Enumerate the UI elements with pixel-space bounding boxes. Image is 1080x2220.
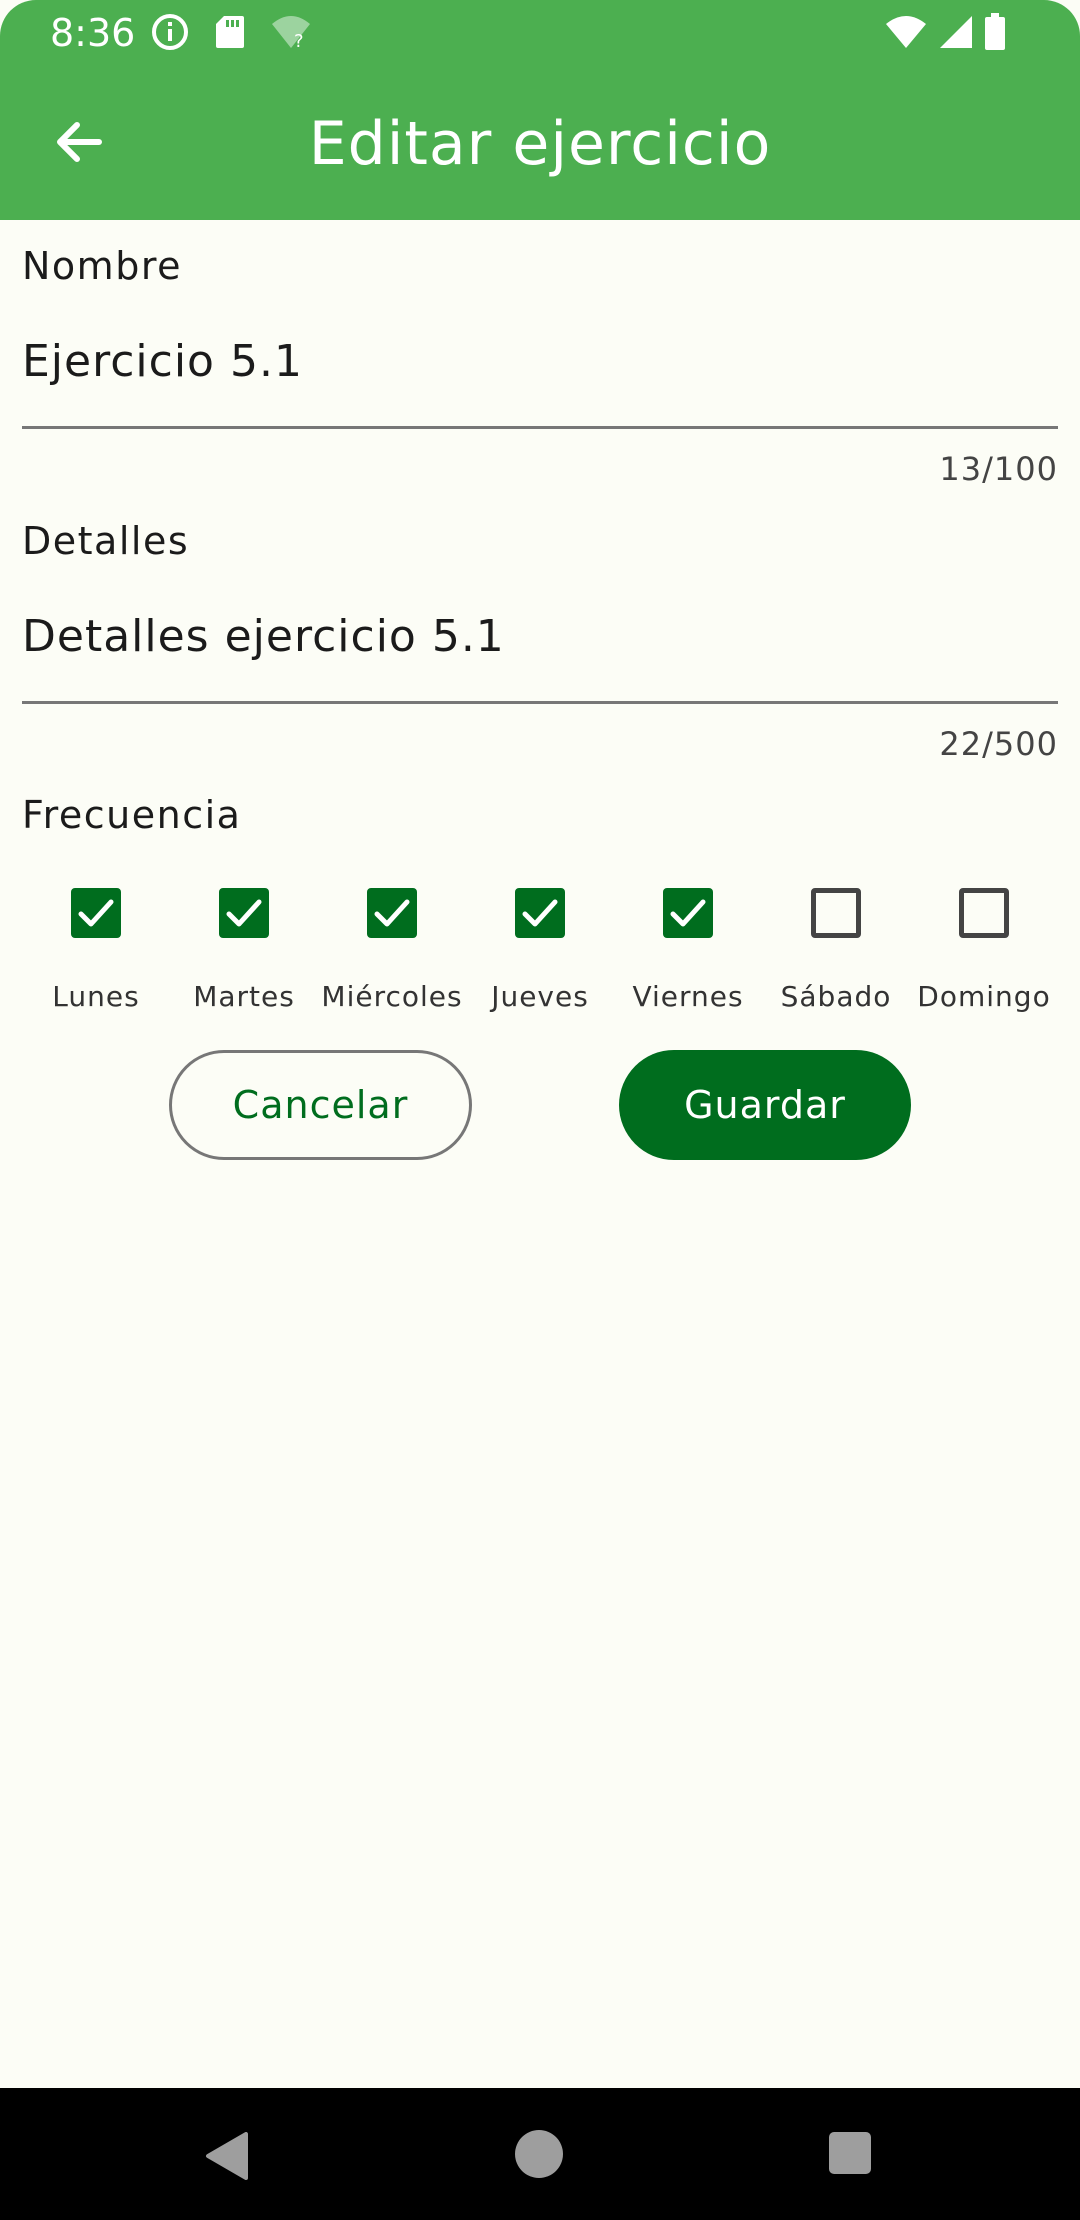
nav-home-icon[interactable] — [515, 2130, 563, 2178]
day-label: Jueves — [491, 980, 589, 1013]
day-martes[interactable]: Martes — [170, 880, 318, 1030]
status-time: 8:36 — [50, 11, 136, 55]
day-domingo[interactable]: Domingo — [910, 880, 1058, 1030]
day-miercoles[interactable]: Miércoles — [318, 880, 466, 1030]
wifi-unknown-icon: ? — [270, 14, 312, 54]
wifi-icon — [884, 14, 928, 54]
day-label: Miércoles — [321, 980, 463, 1013]
check-icon — [219, 899, 269, 942]
day-jueves[interactable]: Jueves — [466, 880, 614, 1030]
save-button[interactable]: Guardar — [619, 1050, 911, 1160]
check-icon — [367, 899, 417, 942]
name-label: Nombre — [22, 244, 182, 288]
details-input-underline — [22, 701, 1058, 704]
nav-recents-icon[interactable] — [829, 2132, 871, 2174]
nav-back-icon[interactable] — [204, 2132, 250, 2184]
day-label: Sábado — [780, 980, 892, 1013]
day-label: Lunes — [52, 980, 140, 1013]
details-counter: 22/500 — [939, 725, 1058, 763]
day-checkbox[interactable] — [71, 888, 121, 938]
status-right-icons — [884, 13, 1006, 55]
check-icon — [663, 899, 713, 942]
day-checkbox[interactable] — [219, 888, 269, 938]
svg-text:?: ? — [294, 31, 304, 50]
day-checkbox[interactable] — [367, 888, 417, 938]
day-label: Martes — [193, 980, 295, 1013]
frequency-label: Frecuencia — [22, 793, 242, 837]
status-bar: 8:36 ? — [0, 0, 1080, 66]
details-label: Detalles — [22, 519, 190, 563]
sd-card-icon — [214, 14, 246, 54]
check-icon — [515, 899, 565, 942]
signal-icon — [938, 14, 974, 54]
screen: 8:36 ? Editar ejercicio Nombre Ejercicio… — [0, 0, 1080, 2220]
day-checkbox[interactable] — [515, 888, 565, 938]
check-icon — [71, 899, 121, 942]
day-viernes[interactable]: Viernes — [614, 880, 762, 1030]
status-left-icons: ? — [150, 14, 312, 54]
app-bar: Editar ejercicio — [0, 66, 1080, 220]
day-lunes[interactable]: Lunes — [22, 880, 170, 1030]
day-label: Domingo — [917, 980, 1051, 1013]
page-title: Editar ejercicio — [308, 109, 772, 179]
name-counter: 13/100 — [939, 450, 1058, 488]
battery-icon — [984, 13, 1006, 55]
details-input[interactable]: Detalles ejercicio 5.1 — [22, 611, 505, 662]
day-checkbox[interactable] — [663, 888, 713, 938]
name-input-underline — [22, 426, 1058, 429]
day-checkbox[interactable] — [959, 888, 1009, 938]
info-icon — [150, 12, 190, 56]
day-checkbox[interactable] — [811, 888, 861, 938]
navigation-bar — [0, 2088, 1080, 2220]
day-label: Viernes — [632, 980, 744, 1013]
cancel-button[interactable]: Cancelar — [169, 1050, 472, 1160]
frequency-days: Lunes Martes Miércoles Jueves Viernes Sá… — [22, 880, 1058, 1030]
name-input[interactable]: Ejercicio 5.1 — [22, 336, 303, 387]
day-sabado[interactable]: Sábado — [762, 880, 910, 1030]
